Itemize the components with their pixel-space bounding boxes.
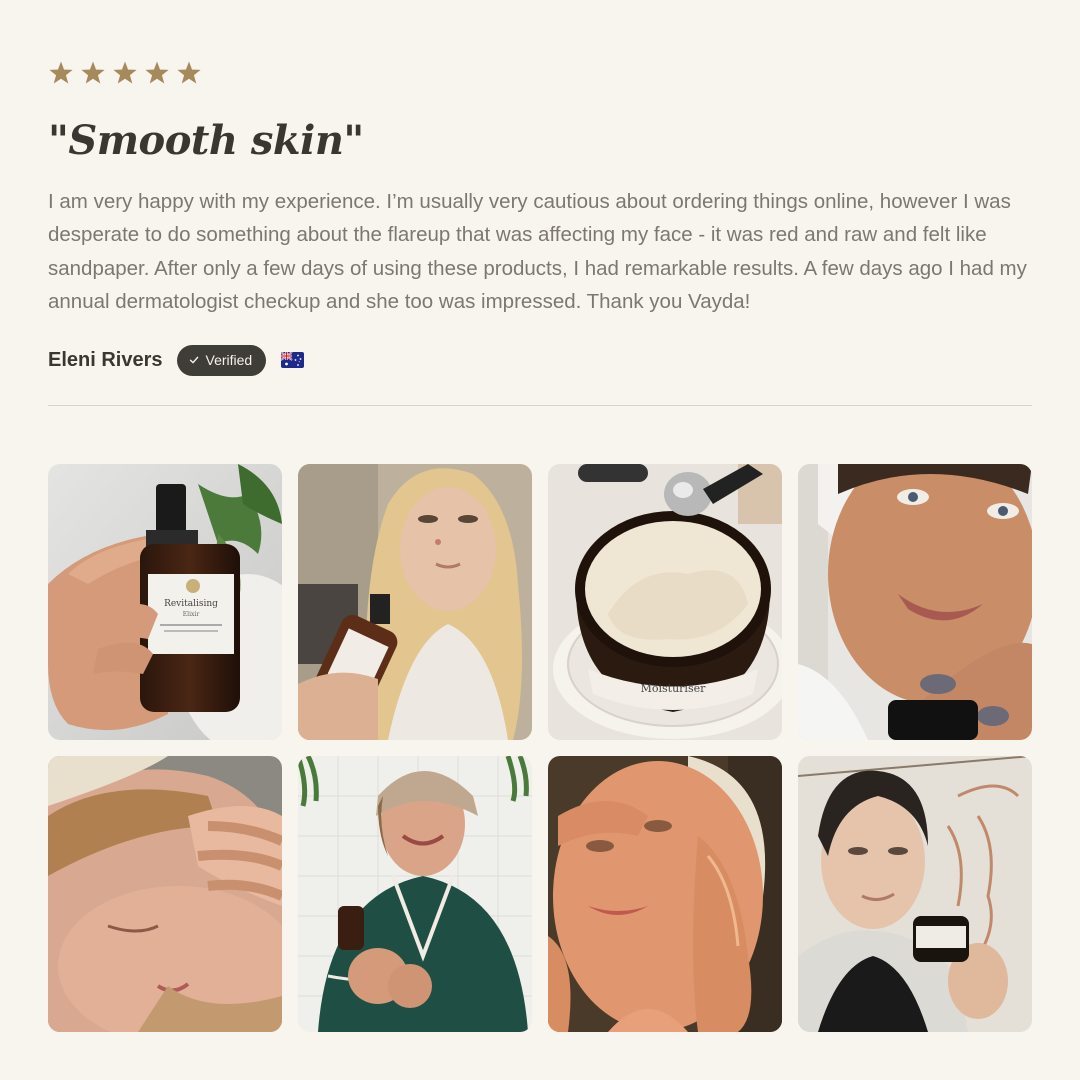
svg-text:Elixir: Elixir xyxy=(183,611,200,618)
star-icon xyxy=(176,60,202,86)
gallery-photo-7[interactable] xyxy=(548,756,782,1032)
star-icon xyxy=(80,60,106,86)
photo-gallery: Revitalising Elixir Moisturiser xyxy=(48,464,1032,1032)
verified-label: Verified xyxy=(205,352,253,369)
divider xyxy=(48,405,1032,406)
author-row: Eleni Rivers Verified xyxy=(48,344,1032,376)
svg-text:Revitalising: Revitalising xyxy=(164,599,218,609)
star-icon xyxy=(48,60,74,86)
gallery-photo-2[interactable] xyxy=(298,464,532,740)
gallery-photo-6[interactable] xyxy=(298,756,532,1032)
review-card: "Smooth skin" I am very happy with my ex… xyxy=(48,58,1032,376)
gallery-photo-3[interactable]: Moisturiser xyxy=(548,464,782,740)
check-icon xyxy=(189,355,199,365)
review-body: I am very happy with my experience. I’m … xyxy=(48,190,1027,313)
svg-text:Moisturiser: Moisturiser xyxy=(641,682,706,695)
australia-flag-icon xyxy=(281,352,305,369)
star-icon xyxy=(144,60,170,86)
star-icon xyxy=(112,60,138,86)
star-rating xyxy=(48,58,1032,88)
gallery-photo-5[interactable] xyxy=(48,756,282,1032)
gallery-photo-1[interactable]: Revitalising Elixir xyxy=(48,464,282,740)
gallery-photo-4[interactable] xyxy=(798,464,1032,740)
author-name: Eleni Rivers xyxy=(48,348,163,371)
gallery-photo-8[interactable] xyxy=(798,756,1032,1032)
review-title: "Smooth skin" xyxy=(48,117,364,164)
verified-badge: Verified xyxy=(176,344,267,376)
